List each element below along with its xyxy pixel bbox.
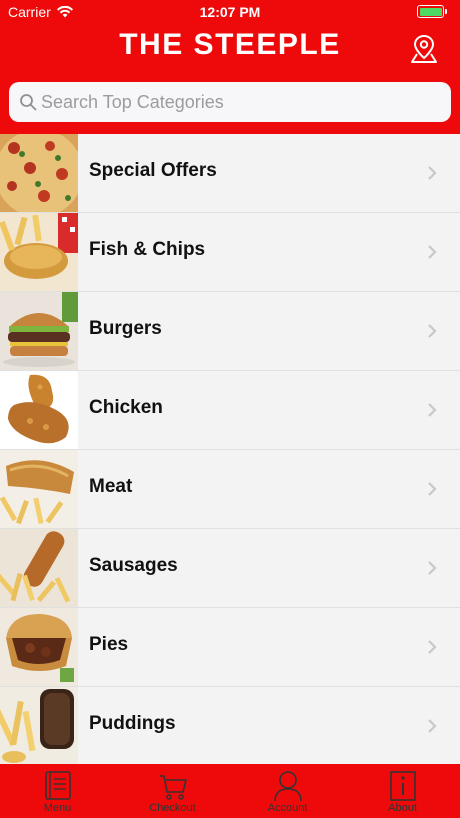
category-label: Special Offers: [89, 160, 217, 181]
location-pin-icon[interactable]: [410, 34, 438, 64]
fish-chips-thumbnail: [0, 213, 78, 291]
chevron-right-icon: [428, 166, 437, 180]
menu-book-icon: [45, 771, 71, 800]
tab-label: Account: [267, 802, 308, 814]
sausages-thumbnail: [0, 529, 78, 607]
category-label: Chicken: [89, 397, 163, 418]
search-bar[interactable]: [9, 82, 451, 122]
burgers-thumbnail: [0, 292, 78, 370]
special-offers-thumbnail: [0, 134, 78, 212]
search-input[interactable]: [41, 86, 441, 118]
chevron-right-icon: [428, 719, 437, 733]
chicken-thumbnail: [0, 371, 78, 449]
tab-about[interactable]: About: [345, 764, 460, 818]
chevron-right-icon: [428, 482, 437, 496]
category-list[interactable]: Special Offers Fish & Chips Burgers Chic…: [0, 134, 460, 764]
category-row-burgers[interactable]: Burgers: [0, 292, 460, 371]
info-icon: [390, 771, 416, 801]
page-title: THE STEEPLE: [119, 28, 341, 61]
person-icon: [274, 771, 302, 802]
cart-icon: [160, 775, 187, 800]
category-row-sausages[interactable]: Sausages: [0, 529, 460, 608]
tab-label: Menu: [43, 802, 72, 814]
tab-checkout[interactable]: Checkout: [115, 764, 230, 818]
tab-account[interactable]: Account: [230, 764, 345, 818]
tab-label: About: [388, 802, 417, 814]
chevron-right-icon: [428, 245, 437, 259]
category-row-pies[interactable]: Pies: [0, 608, 460, 687]
search-icon: [20, 94, 37, 111]
status-bar: Carrier 12:07 PM: [0, 0, 460, 24]
pies-thumbnail: [0, 608, 78, 686]
app-header: Carrier 12:07 PM THE STEEPLE: [0, 0, 460, 134]
meat-thumbnail: [0, 450, 78, 528]
tab-menu[interactable]: Menu: [0, 764, 115, 818]
category-row-puddings[interactable]: Puddings: [0, 687, 460, 764]
category-label: Burgers: [89, 318, 162, 339]
category-row-chicken[interactable]: Chicken: [0, 371, 460, 450]
category-label: Sausages: [89, 555, 178, 576]
battery-icon: [417, 5, 447, 18]
category-label: Meat: [89, 476, 133, 497]
category-label: Fish & Chips: [89, 239, 206, 260]
chevron-right-icon: [428, 561, 437, 575]
category-row-fish-chips[interactable]: Fish & Chips: [0, 213, 460, 292]
chevron-right-icon: [428, 640, 437, 654]
category-label: Puddings: [89, 713, 176, 734]
category-row-special-offers[interactable]: Special Offers: [0, 134, 460, 213]
category-label: Pies: [89, 634, 129, 655]
chevron-right-icon: [428, 403, 437, 417]
chevron-right-icon: [428, 324, 437, 338]
tab-bar: Menu Checkout Account About: [0, 764, 460, 818]
tab-label: Checkout: [149, 802, 196, 814]
puddings-thumbnail: [0, 687, 78, 764]
category-row-meat[interactable]: Meat: [0, 450, 460, 529]
status-time: 12:07 PM: [199, 4, 261, 20]
